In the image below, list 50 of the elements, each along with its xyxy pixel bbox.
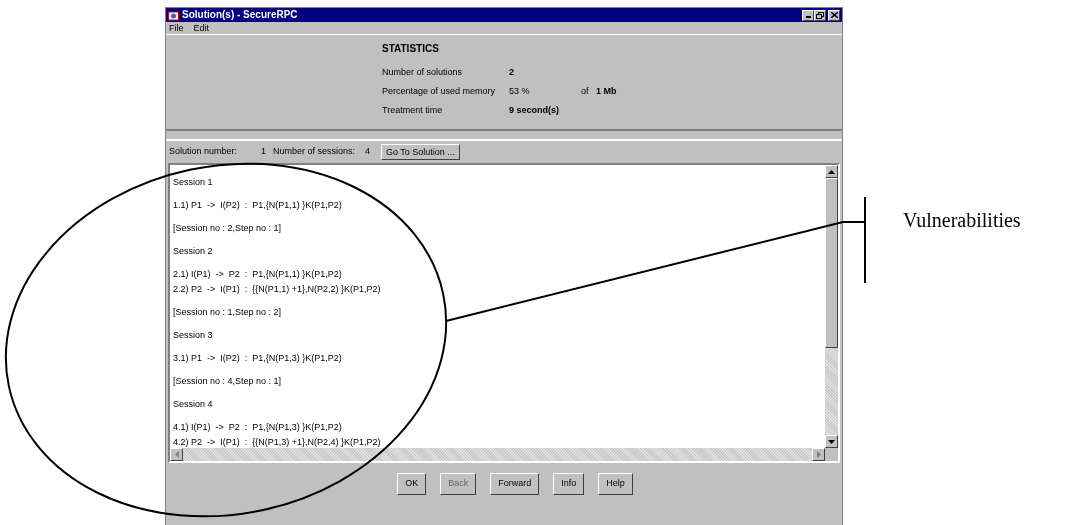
menu-item[interactable]: Edit [193, 23, 210, 33]
vertical-scrollbar[interactable] [825, 165, 838, 448]
dialog-button[interactable]: Forward [490, 473, 540, 495]
down-arrow-icon [828, 439, 835, 444]
annotation-label: Vulnerabilities [903, 210, 1021, 230]
statistic-label: Percentage of used memory [382, 84, 497, 98]
output-line: 2.1) I(P1) -> P2 : P1,{N(P1,1) }K(P1,P2) [173, 268, 343, 281]
output-line: [Session no : 2,Step no : 1] [173, 222, 283, 235]
sessions-label: Number of sessions: [273, 145, 357, 159]
output-line: Session 4 [173, 398, 214, 411]
statistics-heading: STATISTICS [382, 44, 440, 54]
scroll-thumb[interactable] [825, 178, 838, 348]
restore-button[interactable] [814, 9, 826, 21]
output-line: Session 3 [173, 329, 214, 342]
statistic-label: of [581, 84, 590, 98]
statistic-value: 9 second(s) [509, 103, 560, 117]
solution-number-label: Solution number: [169, 145, 239, 159]
right-arrow-icon [816, 451, 821, 458]
left-arrow-icon [174, 451, 179, 458]
dialog-button[interactable]: Help [598, 473, 633, 495]
output-line: 2.2) P2 -> I(P1) : {{N(P1,1) +1},N(P2,2) }K(P1,P2) [173, 283, 382, 296]
output-line: Session 1 [173, 176, 214, 189]
statistic-label: Treatment time [382, 103, 444, 117]
dialog-button[interactable]: OK [397, 473, 427, 495]
up-arrow-icon [828, 169, 835, 174]
output-line: 4.1) I(P1) -> P2 : P1,{N(P1,3) }K(P1,P2) [173, 421, 343, 434]
scroll-down-button[interactable] [825, 435, 838, 448]
window-title: Solution(s) - SecureRPC [182, 10, 299, 20]
output-line: [Session no : 1,Step no : 2] [173, 306, 283, 319]
solution-number-value: 1 [261, 145, 267, 159]
statistic-value: 2 [509, 65, 515, 79]
output-line: 4.2) P2 -> I(P1) : {{N(P1,3) +1},N(P2,4) }K(P1,P2) [173, 436, 382, 448]
scroll-up-button[interactable] [825, 165, 838, 178]
minimize-button[interactable] [802, 9, 814, 21]
dialog-button[interactable]: Info [553, 473, 585, 495]
output-line: [Session no : 4,Step no : 1] [173, 375, 283, 388]
output-line: 3.1) P1 -> I(P2) : P1,{N(P1,3) }K(P1,P2) [173, 352, 343, 365]
sessions-value: 4 [365, 145, 371, 159]
statistic-value: 53 % [509, 84, 531, 98]
statistic-label: Number of solutions [382, 65, 464, 79]
go-to-solution-button[interactable]: Go To Solution ... [381, 144, 460, 160]
output-line: 1.1) P1 -> I(P2) : P1,{N(P1,1) }K(P1,P2) [173, 199, 343, 212]
app-icon [168, 9, 179, 21]
menu-item[interactable]: File [169, 23, 184, 33]
close-button[interactable] [828, 9, 840, 21]
scroll-left-button[interactable] [170, 448, 183, 461]
output-line: Session 2 [173, 245, 214, 258]
statistic-value: 1 Mb [596, 84, 617, 98]
scroll-right-button[interactable] [812, 448, 825, 461]
horizontal-scrollbar[interactable] [170, 448, 825, 461]
